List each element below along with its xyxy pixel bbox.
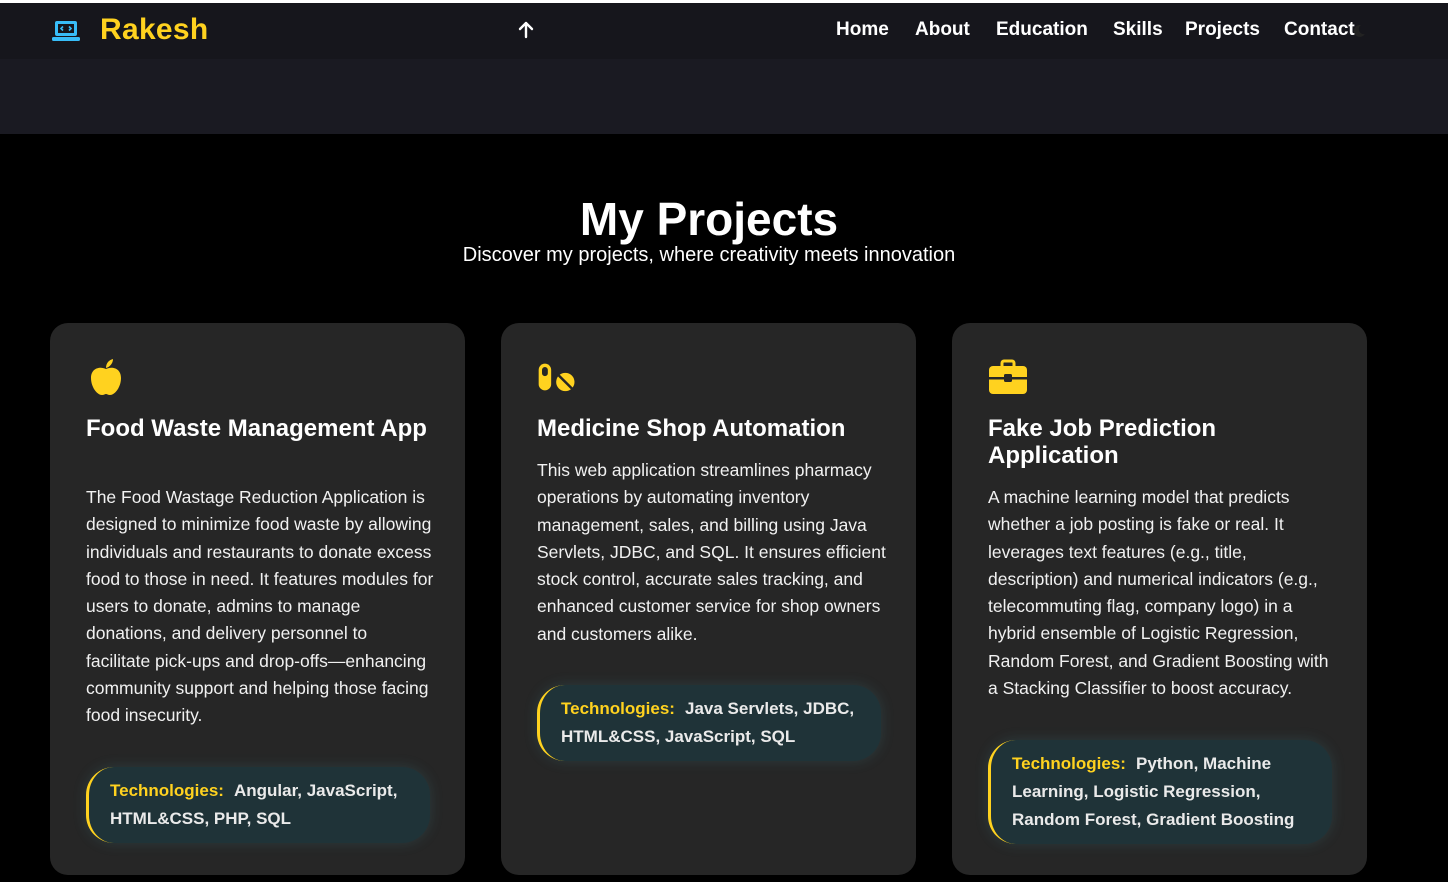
section-subtitle: Discover my projects, where creativity m…	[462, 244, 956, 266]
technologies-label: Technologies:	[1012, 754, 1126, 773]
nav-contact[interactable]: Contact	[1284, 19, 1355, 41]
nav-home[interactable]: Home	[836, 19, 889, 41]
nav-education[interactable]: Education	[996, 19, 1088, 41]
navbar-band	[0, 59, 1448, 134]
project-title: Food Waste Management App	[86, 415, 427, 442]
briefcase-icon	[989, 359, 1027, 394]
project-title: Fake Job Prediction Application	[988, 415, 1217, 469]
section-title: My Projects	[579, 193, 839, 245]
moon-icon[interactable]	[1352, 24, 1366, 38]
technologies-badge: Technologies: Angular, JavaScript, HTML&C…	[86, 767, 430, 843]
technologies-label: Technologies:	[561, 699, 675, 718]
project-description: A machine learning model that predicts w…	[988, 487, 1329, 699]
project-description: The Food Wastage Reduction Application i…	[86, 487, 434, 726]
project-description: This web application streamlines pharmac…	[537, 460, 886, 644]
technologies-label: Technologies:	[110, 781, 224, 800]
project-card-food-waste[interactable]: Food Waste Management App The Food Wasta…	[50, 323, 465, 875]
project-card-medicine-shop[interactable]: Medicine Shop Automation This web applic…	[501, 323, 916, 875]
apple-icon	[91, 359, 121, 395]
project-card-fake-job[interactable]: Fake Job Prediction Application A machin…	[952, 323, 1367, 875]
technologies-badge: Technologies: Java Servlets, JDBC, HTML&C…	[537, 685, 881, 761]
nav-projects[interactable]: Projects	[1185, 19, 1260, 41]
project-title: Medicine Shop Automation	[537, 415, 846, 442]
pills-icon	[538, 363, 575, 392]
nav-menu: Home About Education Skills Projects Con…	[0, 19, 1448, 45]
nav-skills[interactable]: Skills	[1113, 19, 1163, 41]
nav-about[interactable]: About	[915, 19, 970, 41]
technologies-badge: Technologies: Python, Machine Learning, L…	[988, 740, 1332, 844]
